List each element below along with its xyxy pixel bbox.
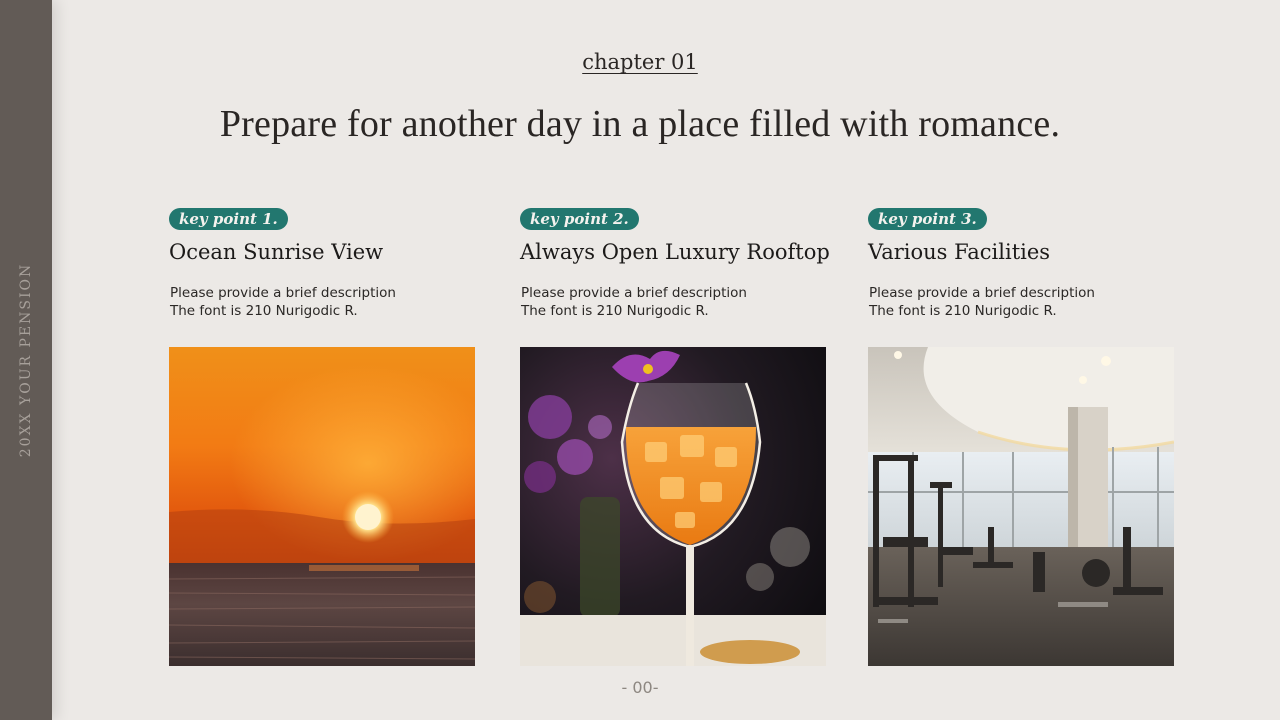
feature-card-3: key point 3. Various Facilities Please p… bbox=[868, 208, 1174, 666]
fitness-gym-photo bbox=[868, 347, 1174, 666]
description-line: The font is 210 Nurigodic R. bbox=[521, 303, 709, 319]
page-headline: Prepare for another day in a place fille… bbox=[219, 103, 1061, 145]
card-title: Various Facilities bbox=[868, 240, 1051, 264]
card-description: Please provide a brief description The f… bbox=[520, 284, 826, 320]
sidebar-label: 20XX YOUR PENSION bbox=[18, 262, 34, 458]
key-point-badge: key point 3. bbox=[868, 208, 987, 230]
card-title: Always Open Luxury Rooftop bbox=[520, 240, 830, 264]
key-point-badge: key point 2. bbox=[520, 208, 639, 230]
feature-card-1: key point 1. Ocean Sunrise View Please p… bbox=[169, 208, 475, 666]
key-point-badge: key point 1. bbox=[169, 208, 288, 230]
card-title: Ocean Sunrise View bbox=[169, 240, 384, 264]
description-line: The font is 210 Nurigodic R. bbox=[170, 303, 358, 319]
card-description: Please provide a brief description The f… bbox=[868, 284, 1174, 320]
description-line: Please provide a brief description bbox=[869, 285, 1095, 301]
description-line: Please provide a brief description bbox=[521, 285, 747, 301]
chapter-label: chapter 01 bbox=[582, 50, 698, 74]
description-line: The font is 210 Nurigodic R. bbox=[869, 303, 1057, 319]
description-line: Please provide a brief description bbox=[170, 285, 396, 301]
ocean-sunrise-photo bbox=[169, 347, 475, 666]
page-number: - 00- bbox=[621, 678, 659, 697]
card-description: Please provide a brief description The f… bbox=[169, 284, 475, 320]
cocktail-rooftop-photo bbox=[520, 347, 826, 666]
feature-card-2: key point 2. Always Open Luxury Rooftop … bbox=[520, 208, 830, 666]
